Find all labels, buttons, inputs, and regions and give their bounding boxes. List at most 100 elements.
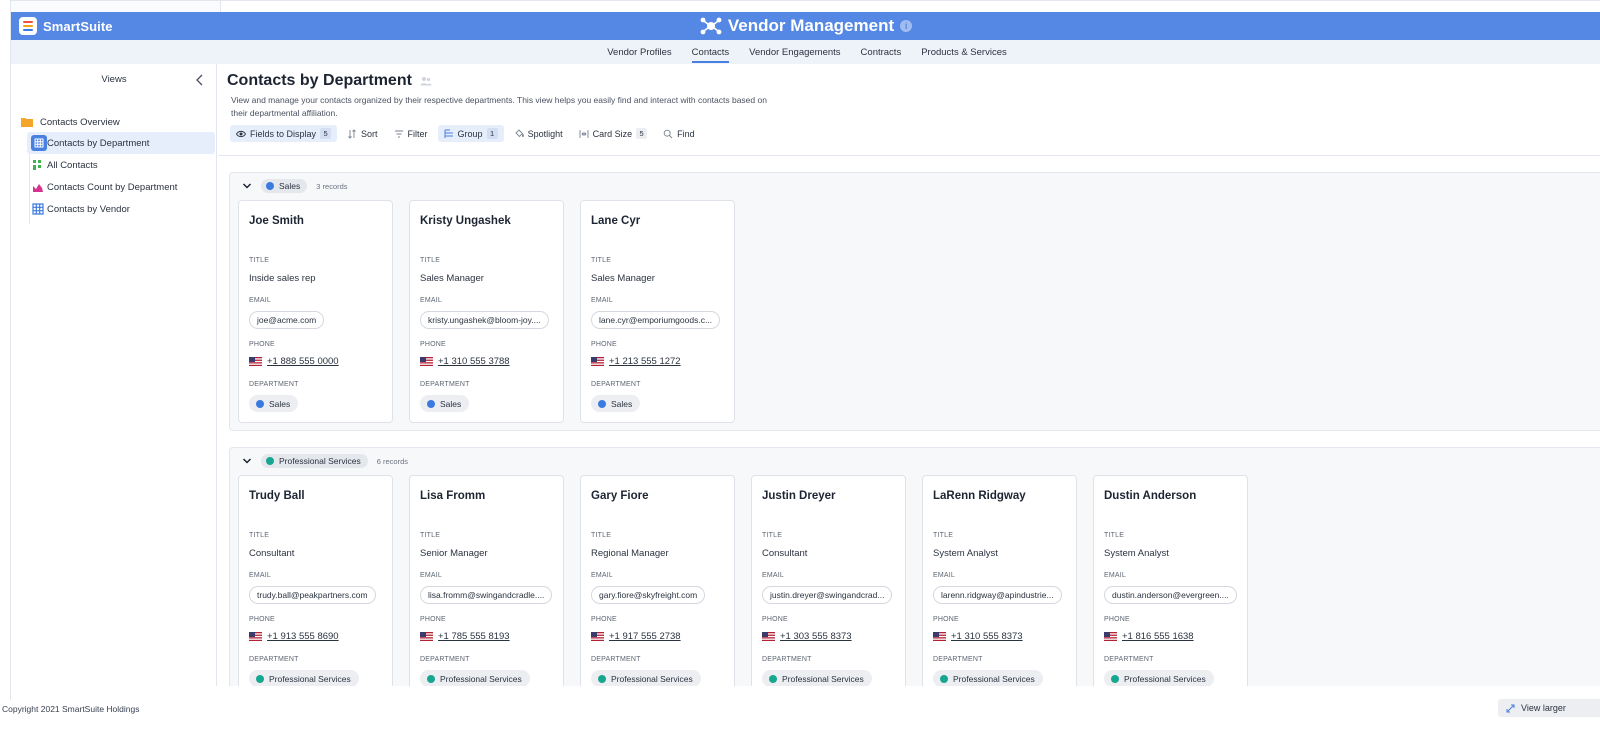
phone-number: +1 213 555 1272 [609,356,681,367]
nav-tabs: Vendor Profiles Contacts Vendor Engageme… [11,40,1600,64]
sidebar-item-contacts-count[interactable]: Contacts Count by Department [27,176,215,198]
group-header: Sales 3 records [242,179,348,193]
spotlight-button[interactable]: Spotlight [508,125,569,142]
contact-card[interactable]: Dustin Anderson TITLE System Analyst EMA… [1093,475,1248,686]
department-label: Sales [611,398,633,409]
email-chip[interactable]: larenn.ridgway@apindustrie... [933,586,1062,604]
phone-field-label: PHONE [420,616,446,623]
email-chip[interactable]: dustin.anderson@evergreen.... [1104,586,1237,604]
email-chip[interactable]: justin.dreyer@swingandcrad... [762,586,893,604]
contact-name: Gary Fiore [591,490,649,502]
contact-card[interactable]: Lisa Fromm TITLE Senior Manager EMAIL li… [409,475,564,686]
title-value: Sales Manager [591,273,655,284]
status-dot [256,674,264,683]
shared-users-icon[interactable] [420,76,432,86]
phone-number: +1 785 555 8193 [438,631,510,642]
phone-value[interactable]: +1 913 555 8690 [249,631,339,642]
status-dot [427,674,435,683]
contact-card[interactable]: Gary Fiore TITLE Regional Manager EMAIL … [580,475,735,686]
contact-card[interactable]: Joe Smith TITLE Inside sales rep EMAIL j… [238,200,393,423]
group-professional-services: Professional Services 6 records Trudy Ba… [229,447,1600,686]
top-strip-ghost [11,1,221,12]
contact-card[interactable]: Lane Cyr TITLE Sales Manager EMAIL lane.… [580,200,735,423]
sidebar-item-contacts-by-vendor[interactable]: Contacts by Vendor [27,198,215,220]
department-chip: Sales [249,395,299,412]
tab-contacts[interactable]: Contacts [682,40,740,64]
email-chip[interactable]: trudy.ball@peakpartners.com [249,586,376,604]
app-frame: SmartSuite Vendor Management i Vendor Pr… [10,0,1600,700]
group-header: Professional Services 6 records [242,454,408,468]
sidebar-item-label: Contacts by Vendor [47,203,130,215]
department-label: Professional Services [611,673,693,684]
department-field-label: DEPARTMENT [420,381,470,388]
department-label: Sales [269,398,291,409]
department-chip: Professional Services [762,670,872,686]
email-chip[interactable]: kristy.ungashek@bloom-joy.... [420,311,549,329]
view-larger-button[interactable]: View larger [1498,699,1600,717]
phone-field-label: PHONE [591,616,617,623]
phone-value[interactable]: +1 917 555 2738 [591,631,681,642]
title-value: System Analyst [933,548,998,559]
contact-card[interactable]: LaRenn Ridgway TITLE System Analyst EMAI… [922,475,1077,686]
sidebar-item-contacts-by-department[interactable]: Contacts by Department [27,132,215,154]
group-button[interactable]: Group 1 [437,125,504,142]
tab-contracts[interactable]: Contracts [851,40,912,64]
department-label: Professional Services [1124,673,1206,684]
phone-value[interactable]: +1 888 555 0000 [249,356,339,367]
department-chip: Professional Services [591,670,701,686]
email-field-label: EMAIL [933,572,956,579]
contact-name: Joe Smith [249,215,304,227]
contact-card[interactable]: Trudy Ball TITLE Consultant EMAIL trudy.… [238,475,393,686]
folder-contacts-overview[interactable]: Contacts Overview [19,112,215,132]
title-field-label: TITLE [420,532,441,539]
contact-name: Trudy Ball [249,490,305,502]
phone-value[interactable]: +1 310 555 3788 [420,356,510,367]
chevron-down-icon[interactable] [242,181,252,191]
status-dot [769,674,777,683]
sort-button[interactable]: Sort [341,125,384,142]
department-chip: Professional Services [1104,670,1214,686]
group-pill: Sales [261,179,308,193]
phone-number: +1 310 555 8373 [951,631,1023,642]
filter-icon [394,130,403,137]
tab-vendor-profiles[interactable]: Vendor Profiles [597,40,681,64]
collapse-sidebar-icon[interactable] [195,74,205,86]
phone-value[interactable]: +1 310 555 8373 [933,631,1023,642]
tab-products-services[interactable]: Products & Services [911,40,1017,64]
email-chip[interactable]: gary.fiore@skyfreight.com [591,586,706,604]
phone-field-label: PHONE [933,616,959,623]
title-value: Consultant [249,548,295,559]
department-field-label: DEPARTMENT [762,656,812,663]
filter-button[interactable]: Filter [388,125,434,142]
tab-vendor-engagements[interactable]: Vendor Engagements [739,40,850,64]
info-icon[interactable]: i [900,20,913,32]
department-field-label: DEPARTMENT [933,656,983,663]
email-chip[interactable]: joe@acme.com [249,311,325,329]
phone-number: +1 816 555 1638 [1122,631,1194,642]
fields-to-display-button[interactable]: Fields to Display 5 [230,125,338,142]
copyright-text: Copyright 2021 SmartSuite Holdings [2,704,140,714]
phone-value[interactable]: +1 785 555 8193 [420,631,510,642]
chevron-down-icon[interactable] [242,456,252,466]
app-title-text: Vendor Management [727,16,895,35]
card-size-button[interactable]: Card Size 5 [573,125,654,142]
title-value: Senior Manager [420,548,488,559]
email-chip[interactable]: lisa.fromm@swingandcradle.... [420,586,553,604]
search-icon [663,129,673,138]
phone-value[interactable]: +1 303 555 8373 [762,631,852,642]
phone-value[interactable]: +1 213 555 1272 [591,356,681,367]
phone-value[interactable]: +1 816 555 1638 [1104,631,1194,642]
group-label: Group [457,128,483,139]
contact-name: Kristy Ungashek [420,215,511,227]
contact-card[interactable]: Kristy Ungashek TITLE Sales Manager EMAI… [409,200,564,423]
app-header: SmartSuite Vendor Management i [11,12,1600,40]
title-field-label: TITLE [933,532,954,539]
email-chip[interactable]: lane.cyr@emporiumgoods.c... [591,311,721,329]
contact-card[interactable]: Justin Dreyer TITLE Consultant EMAIL jus… [751,475,906,686]
find-button[interactable]: Find [657,125,701,142]
sort-icon [348,128,356,139]
department-field-label: DEPARTMENT [591,381,641,388]
sidebar-item-all-contacts[interactable]: All Contacts [27,154,215,176]
views-sidebar: Views Contacts Overview Contacts by Depa… [11,64,217,686]
phone-field-label: PHONE [249,341,275,348]
